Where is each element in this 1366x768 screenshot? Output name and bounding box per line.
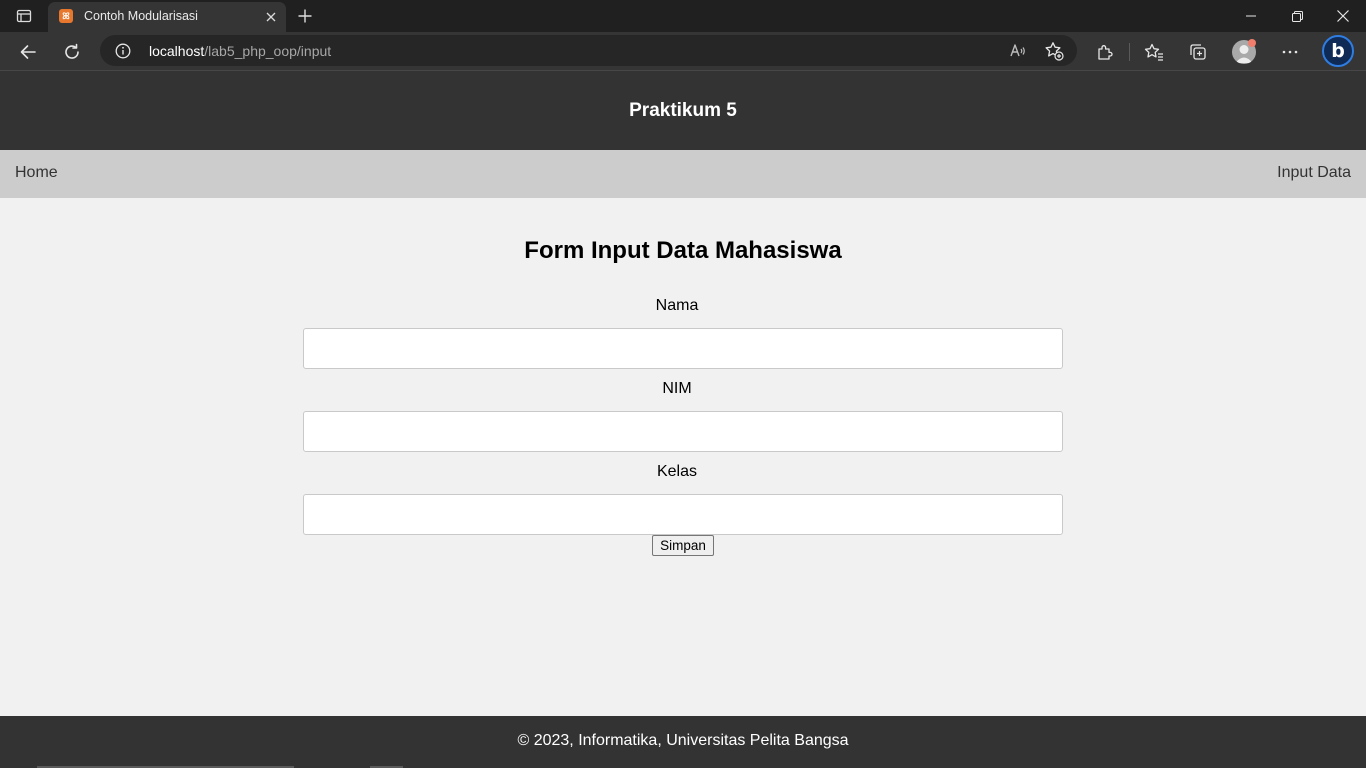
minimize-icon[interactable] <box>1228 0 1274 32</box>
refresh-icon[interactable] <box>57 37 87 67</box>
close-icon[interactable] <box>262 8 280 26</box>
nav-link-home[interactable]: Home <box>15 164 58 182</box>
site-footer: © 2023, Informatika, Universitas Pelita … <box>0 716 1366 768</box>
site-title: Praktikum 5 <box>629 100 737 121</box>
more-icon[interactable] <box>1275 37 1305 67</box>
address-bar[interactable]: localhost/lab5_php_oop/input <box>100 35 1077 66</box>
star-plus-icon[interactable] <box>1041 38 1067 64</box>
site-nav: Home Input Data <box>0 150 1366 198</box>
nim-label: NIM <box>662 380 692 397</box>
window-close-icon[interactable] <box>1320 0 1366 32</box>
profile-notification-dot <box>1248 39 1256 47</box>
nama-input[interactable] <box>303 328 1063 369</box>
url-host: localhost <box>149 43 205 59</box>
nama-label: Nama <box>655 297 699 314</box>
nim-input[interactable] <box>303 411 1063 452</box>
favorites-icon[interactable] <box>1139 37 1169 67</box>
browser-tab-strip: ꕤ Contoh Modularisasi <box>0 0 1366 32</box>
form-title: Form Input Data Mahasiswa <box>524 237 842 264</box>
url-path: /lab5_php_oop/input <box>204 43 332 59</box>
kelas-label: Kelas <box>656 463 698 480</box>
info-icon[interactable] <box>114 42 131 59</box>
plus-icon[interactable] <box>292 4 318 28</box>
nav-link-input-data[interactable]: Input Data <box>1277 164 1351 182</box>
back-arrow-icon[interactable] <box>13 37 43 67</box>
footer-text: © 2023, Informatika, Universitas Pelita … <box>517 732 849 749</box>
simpan-button[interactable]: Simpan <box>652 535 714 556</box>
tab-actions-icon[interactable] <box>8 4 40 28</box>
read-aloud-icon[interactable] <box>1005 38 1031 64</box>
site-header: Praktikum 5 <box>0 71 1366 150</box>
bing-icon[interactable]: b <box>1322 35 1354 67</box>
url-text[interactable]: localhost/lab5_php_oop/input <box>149 43 331 59</box>
puzzle-icon[interactable] <box>1090 37 1120 67</box>
kelas-input[interactable] <box>303 494 1063 535</box>
toolbar-separator <box>1129 43 1130 61</box>
restore-icon[interactable] <box>1274 0 1320 32</box>
browser-toolbar: localhost/lab5_php_oop/input b <box>0 32 1366 71</box>
tab-title: Contoh Modularisasi <box>84 9 198 23</box>
xampp-favicon-icon: ꕤ <box>59 9 73 23</box>
collections-icon[interactable] <box>1183 37 1213 67</box>
browser-tab[interactable]: ꕤ Contoh Modularisasi <box>48 2 286 32</box>
